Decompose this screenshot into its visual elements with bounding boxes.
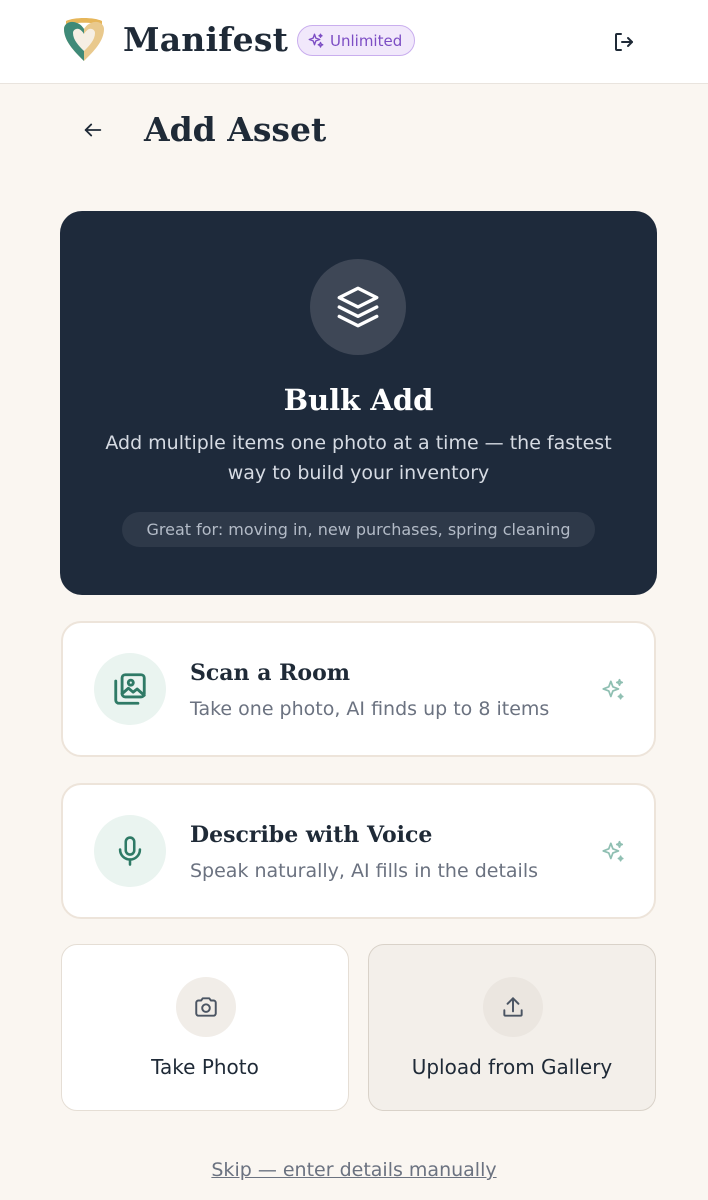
scan-room-icon-circle [94, 653, 166, 725]
bulk-add-icon-circle [310, 259, 406, 355]
ai-sparkle-icon [602, 840, 624, 862]
describe-voice-icon-circle [94, 815, 166, 887]
take-photo-label: Take Photo [151, 1055, 259, 1079]
scan-room-title: Scan a Room [190, 660, 351, 686]
describe-voice-subtitle: Speak naturally, AI fills in the details [190, 860, 538, 882]
camera-icon [195, 997, 217, 1017]
skip-manual-link[interactable]: Skip — enter details manually [0, 1155, 708, 1185]
arrow-left-icon [84, 123, 102, 137]
take-photo-icon-circle [176, 977, 236, 1037]
microphone-icon [118, 836, 142, 866]
top-bar: Manifest Unlimited [0, 0, 708, 84]
scan-room-subtitle: Take one photo, AI finds up to 8 items [190, 698, 550, 720]
layers-icon [337, 286, 379, 328]
take-photo-button[interactable]: Take Photo [61, 944, 349, 1111]
bulk-add-use-cases: Great for: moving in, new purchases, spr… [122, 512, 595, 547]
heart-shield-logo-icon [64, 18, 104, 61]
upload-gallery-icon-circle [483, 977, 543, 1037]
plan-badge-label: Unlimited [330, 31, 403, 50]
page-title: Add Asset [144, 110, 327, 149]
back-button[interactable] [76, 113, 110, 147]
brand-name: Manifest [123, 20, 289, 59]
bulk-add-title: Bulk Add [283, 383, 434, 417]
describe-voice-title: Describe with Voice [190, 822, 433, 848]
logout-icon [615, 33, 633, 51]
logo[interactable] [60, 15, 108, 65]
scan-room-option[interactable]: Scan a Room Take one photo, AI finds up … [61, 621, 656, 757]
plan-badge: Unlimited [297, 25, 416, 56]
sparkles-icon [308, 33, 324, 48]
describe-voice-option[interactable]: Describe with Voice Speak naturally, AI … [61, 783, 656, 919]
bulk-add-card[interactable]: Bulk Add Add multiple items one photo at… [60, 211, 657, 595]
image-gallery-icon [114, 673, 146, 705]
upload-gallery-button[interactable]: Upload from Gallery [368, 944, 656, 1111]
bulk-add-description: Add multiple items one photo at a time —… [105, 432, 612, 484]
logout-button[interactable] [608, 26, 640, 58]
upload-gallery-label: Upload from Gallery [411, 1055, 613, 1079]
ai-sparkle-icon [602, 678, 624, 700]
upload-icon [503, 997, 523, 1017]
